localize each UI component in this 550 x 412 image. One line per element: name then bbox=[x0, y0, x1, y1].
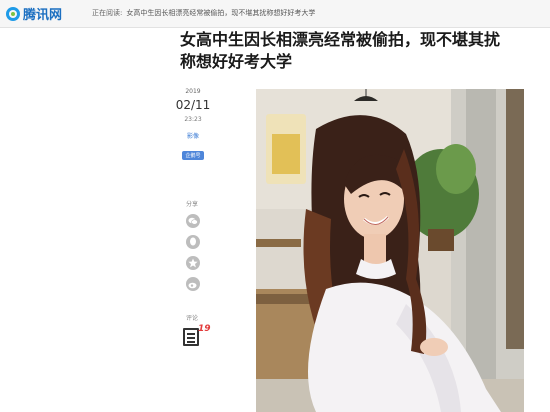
logo-text: 腾讯网 bbox=[23, 8, 63, 23]
site-logo[interactable]: 腾讯网 bbox=[6, 4, 62, 23]
weibo-share-icon[interactable] bbox=[186, 277, 200, 291]
category-link[interactable]: 影像 bbox=[187, 131, 199, 140]
comment-line bbox=[187, 341, 195, 343]
qzone-share-icon[interactable] bbox=[186, 256, 200, 270]
comment-count[interactable]: 19 bbox=[198, 324, 211, 334]
publish-time: 23:23 bbox=[184, 116, 202, 123]
comment-line bbox=[187, 333, 195, 335]
article-photo bbox=[256, 89, 524, 412]
qq-glyph bbox=[190, 237, 196, 246]
article-meta: 2019 02/11 23:23 影像 企鹅号 bbox=[175, 88, 211, 161]
tencent-logo-icon bbox=[6, 6, 20, 21]
share-label: 分享 bbox=[186, 201, 199, 208]
publish-year: 2019 bbox=[185, 88, 201, 95]
comment-line bbox=[187, 337, 195, 339]
wechat-share-icon[interactable] bbox=[186, 214, 200, 228]
wechat-glyph bbox=[188, 217, 198, 225]
comment-icon[interactable] bbox=[183, 328, 199, 346]
weibo-glyph bbox=[188, 282, 197, 288]
publish-date: 02/11 bbox=[175, 98, 211, 112]
top-bar: 腾讯网 正在阅读: 女高中生因长相漂亮经常被偷拍，现不堪其扰称想好好考大学 bbox=[0, 0, 550, 28]
photo-illustration bbox=[256, 89, 524, 412]
article-title: 女高中生因长相漂亮经常被偷拍，现不堪其扰称想好好考大学 bbox=[180, 30, 501, 71]
star-glyph bbox=[188, 258, 198, 268]
now-reading: 正在阅读: 女高中生因长相漂亮经常被偷拍，现不堪其扰称想好好考大学 bbox=[92, 8, 315, 18]
comment-label: 评论 bbox=[186, 315, 199, 322]
now-reading-title[interactable]: 女高中生因长相漂亮经常被偷拍，现不堪其扰称想好好考大学 bbox=[126, 9, 315, 17]
qq-share-icon[interactable] bbox=[186, 235, 200, 249]
now-reading-label: 正在阅读: bbox=[92, 9, 123, 17]
source-badge[interactable]: 企鹅号 bbox=[182, 151, 204, 160]
